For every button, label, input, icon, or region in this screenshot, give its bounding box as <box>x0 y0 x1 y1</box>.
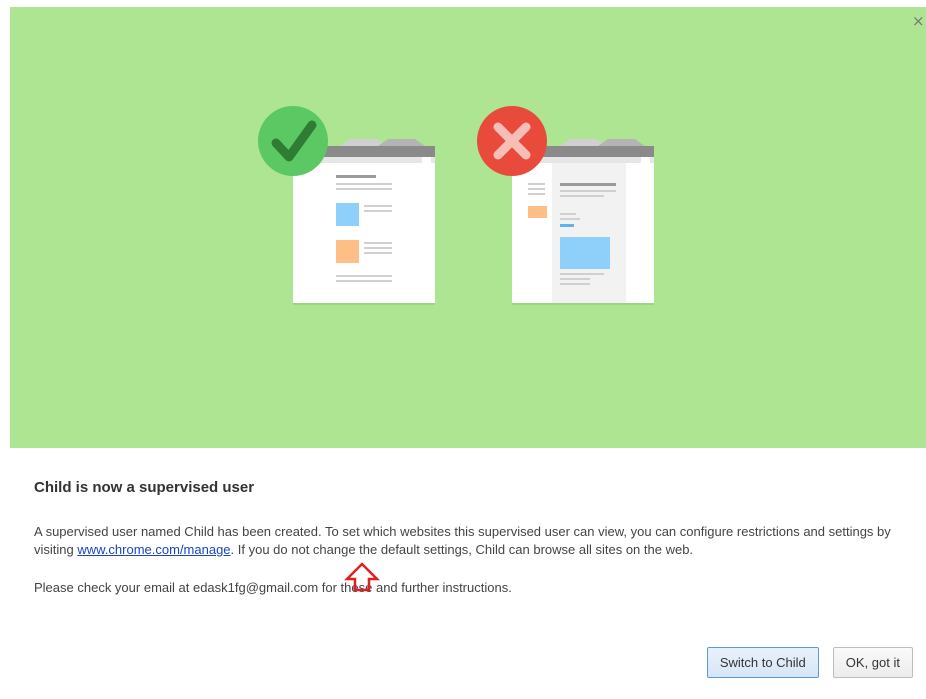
supervised-user-dialog: × Child is now a supervised user A super… <box>0 0 926 699</box>
close-button[interactable]: × <box>912 12 926 30</box>
switch-to-child-button[interactable]: Switch to Child <box>706 647 819 678</box>
message-text-after-link: . If you do not change the default setti… <box>230 542 694 557</box>
manage-link[interactable]: www.chrome.com/manage <box>77 542 230 557</box>
dialog-content: Child is now a supervised user A supervi… <box>34 478 894 597</box>
x-mark-icon <box>477 106 547 176</box>
checkmark-icon <box>258 106 328 176</box>
annotation-arrow-icon <box>344 562 380 592</box>
browser-windows-illustration <box>258 106 654 305</box>
dialog-buttons: Switch to Child OK, got it <box>706 647 913 678</box>
dialog-message: A supervised user named Child has been c… <box>34 523 894 559</box>
ok-got-it-button[interactable]: OK, got it <box>832 647 913 678</box>
email-instructions: Please check your email at edask1fg@gmai… <box>34 580 512 595</box>
hero-illustration <box>10 7 926 448</box>
dialog-title: Child is now a supervised user <box>34 479 255 496</box>
